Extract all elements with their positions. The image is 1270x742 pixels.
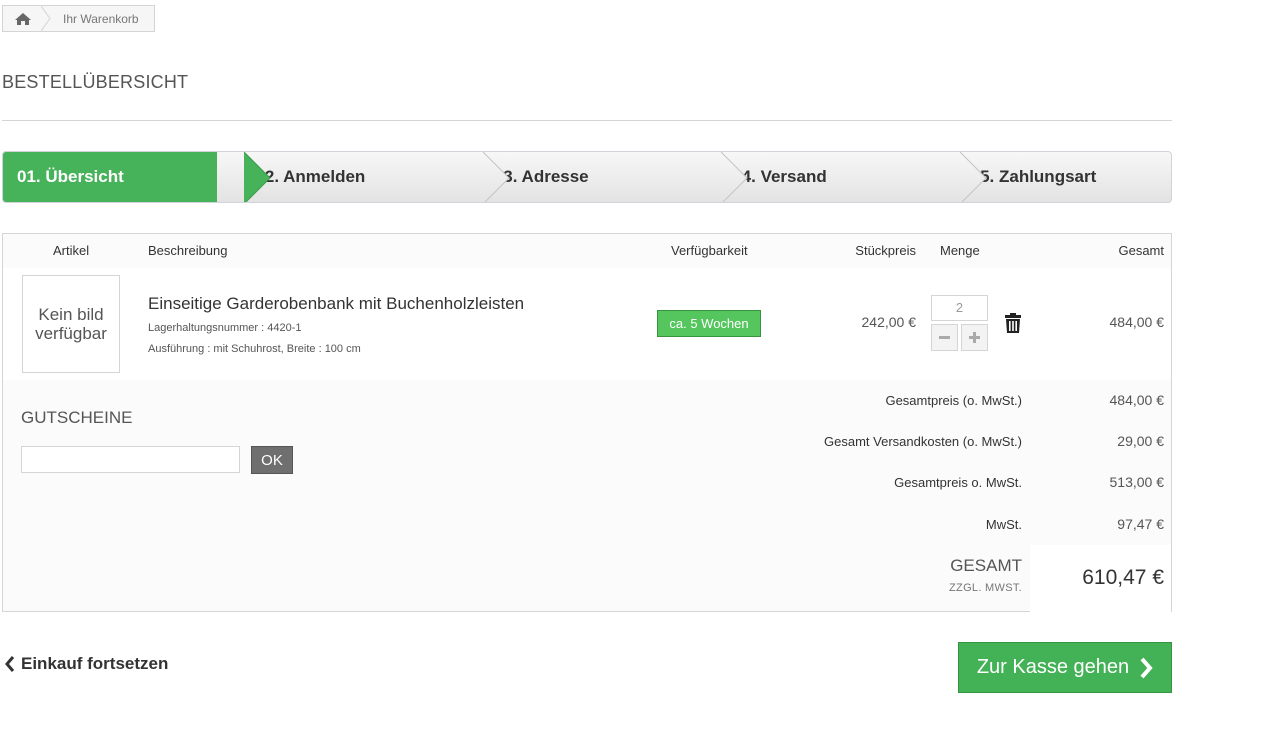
product-image-placeholder[interactable]: Kein bild verfügbar bbox=[22, 275, 120, 373]
summary-label: MwSt. bbox=[985, 517, 1022, 532]
trash-icon bbox=[1005, 313, 1021, 333]
checkout-label: Zur Kasse gehen bbox=[976, 656, 1130, 678]
column-header-total: Gesamt bbox=[1118, 243, 1164, 258]
summary-value: 484,00 € bbox=[1109, 392, 1165, 408]
column-header-quantity: Menge bbox=[940, 243, 980, 258]
chevron-left-icon bbox=[5, 656, 15, 672]
remove-item-button[interactable] bbox=[1004, 313, 1022, 338]
column-header-unit-price: Stückpreis bbox=[855, 243, 916, 258]
chevron-right-icon bbox=[1140, 657, 1153, 678]
summary-value: 513,00 € bbox=[1109, 474, 1165, 490]
quantity-decrease-button[interactable] bbox=[931, 324, 958, 351]
product-sku: Lagerhaltungsnummer : 4420-1 bbox=[148, 322, 302, 334]
voucher-input[interactable] bbox=[21, 446, 240, 473]
minus-icon bbox=[939, 336, 950, 339]
checkout-button[interactable]: Zur Kasse gehen bbox=[958, 642, 1172, 693]
checkout-steps: 01. Übersicht 02. Anmelden 03. Adresse 0… bbox=[2, 151, 1172, 203]
step-label: 05. Zahlungsart bbox=[970, 167, 1097, 186]
continue-shopping-link[interactable]: Einkauf fortsetzen bbox=[4, 654, 168, 674]
grand-total-sublabel: ZZGL. MWST. bbox=[949, 582, 1022, 594]
voucher-title: GUTSCHEINE bbox=[21, 408, 133, 427]
image-placeholder-text: Kein bild verfügbar bbox=[35, 305, 107, 343]
divider bbox=[2, 120, 1172, 121]
breadcrumb-home-link[interactable] bbox=[3, 6, 43, 31]
column-header-article: Artikel bbox=[53, 243, 90, 258]
product-name[interactable]: Einseitige Garderobenbank mit Buchenholz… bbox=[148, 294, 524, 314]
summary-label: Gesamtpreis (o. MwSt.) bbox=[885, 393, 1022, 408]
grand-total-value: 610,47 € bbox=[1082, 566, 1164, 589]
grand-total-label: GESAMT bbox=[950, 556, 1022, 575]
step-overview[interactable]: 01. Übersicht bbox=[3, 152, 272, 202]
plus-icon bbox=[969, 332, 980, 343]
availability-badge: ca. 5 Wochen bbox=[657, 310, 761, 337]
product-variant: Ausführung : mit Schuhrost, Breite : 100… bbox=[148, 343, 361, 355]
unit-price: 242,00 € bbox=[861, 314, 917, 330]
home-icon bbox=[15, 12, 31, 25]
cart-table: Artikel Beschreibung Verfügbarkeit Stück… bbox=[2, 233, 1172, 612]
summary-value: 29,00 € bbox=[1117, 433, 1164, 449]
summary-value: 97,47 € bbox=[1117, 516, 1164, 532]
quantity-input[interactable]: 2 bbox=[931, 295, 988, 321]
step-label: 01. Übersicht bbox=[17, 167, 124, 186]
continue-shopping-label: Einkauf fortsetzen bbox=[21, 654, 169, 673]
breadcrumb: Ihr Warenkorb bbox=[2, 5, 155, 32]
table-row: Kein bild verfügbar Einseitige Garderobe… bbox=[3, 268, 1171, 380]
page-title: BESTELLÜBERSICHT bbox=[2, 72, 189, 92]
column-header-description: Beschreibung bbox=[148, 243, 228, 258]
summary-label: Gesamt Versandkosten (o. MwSt.) bbox=[824, 434, 1022, 449]
breadcrumb-current: Ihr Warenkorb bbox=[63, 11, 139, 26]
voucher-submit-button[interactable]: OK bbox=[251, 446, 293, 474]
summary-label: Gesamtpreis o. MwSt. bbox=[894, 475, 1022, 490]
quantity-increase-button[interactable] bbox=[961, 324, 988, 351]
column-header-availability: Verfügbarkeit bbox=[671, 243, 748, 258]
line-total: 484,00 € bbox=[1109, 314, 1165, 330]
